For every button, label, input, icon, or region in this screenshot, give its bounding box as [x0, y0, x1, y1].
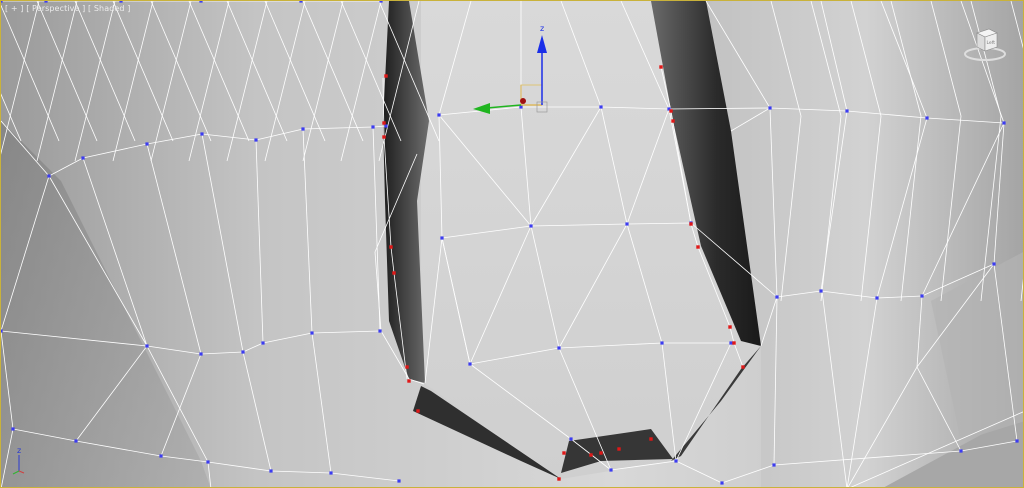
vertex[interactable]: [397, 479, 401, 483]
vertex[interactable]: [371, 125, 375, 129]
selected-vertex[interactable]: [696, 245, 700, 249]
vertex[interactable]: [437, 113, 441, 117]
selected-vertex[interactable]: [669, 109, 673, 113]
vertex[interactable]: [569, 437, 573, 441]
vertex[interactable]: [1, 1, 3, 3]
selected-vertex[interactable]: [589, 453, 593, 457]
selected-vertex[interactable]: [659, 65, 663, 69]
viewport-label: [ + ] [ Perspective ] [ Shaded ]: [5, 4, 130, 13]
selected-vertex[interactable]: [389, 245, 393, 249]
vertex[interactable]: [159, 454, 163, 458]
selected-vertex[interactable]: [649, 437, 653, 441]
vertex[interactable]: [119, 1, 123, 3]
vertex[interactable]: [959, 449, 963, 453]
vertex[interactable]: [200, 132, 204, 136]
vertex[interactable]: [1015, 439, 1019, 443]
vertex[interactable]: [44, 1, 48, 3]
vertex[interactable]: [674, 459, 678, 463]
selected-vertex[interactable]: [689, 222, 693, 226]
vertex[interactable]: [145, 344, 149, 348]
vertex[interactable]: [557, 346, 561, 350]
vertex[interactable]: [199, 352, 203, 356]
gizmo-z-label: z: [540, 24, 544, 33]
vertex[interactable]: [468, 362, 472, 366]
vertex[interactable]: [378, 329, 382, 333]
vertex[interactable]: [1002, 121, 1006, 125]
selected-vertex[interactable]: [557, 477, 561, 481]
selected-vertex[interactable]: [599, 451, 603, 455]
viewport-view-button[interactable]: [ Perspective ]: [26, 4, 85, 13]
vertex[interactable]: [301, 127, 305, 131]
vertex[interactable]: [920, 294, 924, 298]
vertex[interactable]: [269, 469, 273, 473]
vertex[interactable]: [768, 106, 772, 110]
mesh-canvas[interactable]: z z: [1, 1, 1024, 488]
vertex[interactable]: [819, 289, 823, 293]
vertex[interactable]: [875, 296, 879, 300]
vertex[interactable]: [384, 124, 388, 128]
vertex[interactable]: [992, 262, 996, 266]
vertex[interactable]: [925, 116, 929, 120]
selected-vertex[interactable]: [728, 325, 732, 329]
viewcube-icon[interactable]: Left: [963, 23, 1007, 67]
selected-vertex[interactable]: [617, 447, 621, 451]
selected-vertex[interactable]: [384, 74, 388, 78]
vertex[interactable]: [609, 468, 613, 472]
vertex[interactable]: [299, 1, 303, 3]
viewport-menu-button[interactable]: [ + ]: [5, 4, 24, 13]
vertex[interactable]: [599, 105, 603, 109]
selected-vertex[interactable]: [562, 451, 566, 455]
vertex[interactable]: [625, 222, 629, 226]
vertex[interactable]: [529, 224, 533, 228]
vertex[interactable]: [81, 156, 85, 160]
vertex[interactable]: [261, 341, 265, 345]
vertex[interactable]: [775, 295, 779, 299]
viewcube-face-label: Left: [987, 40, 996, 46]
vertex[interactable]: [329, 471, 333, 475]
vertex[interactable]: [199, 1, 203, 3]
viewport-shading-button[interactable]: [ Shaded ]: [88, 4, 130, 13]
selected-vertex[interactable]: [407, 379, 411, 383]
vertex[interactable]: [310, 331, 314, 335]
selected-vertex[interactable]: [732, 341, 736, 345]
vertex[interactable]: [720, 481, 724, 485]
gizmo-pivot[interactable]: [520, 98, 526, 104]
vertex[interactable]: [519, 105, 523, 109]
vertex[interactable]: [254, 138, 258, 142]
vertex[interactable]: [729, 341, 733, 345]
selected-vertex[interactable]: [382, 121, 386, 125]
vertex[interactable]: [379, 1, 383, 3]
selected-vertex[interactable]: [741, 365, 745, 369]
vertex[interactable]: [440, 236, 444, 240]
selected-vertex[interactable]: [405, 365, 409, 369]
selected-vertex[interactable]: [392, 271, 396, 275]
vertex[interactable]: [206, 460, 210, 464]
vertex[interactable]: [11, 427, 15, 431]
vertex[interactable]: [660, 341, 664, 345]
selected-vertex[interactable]: [416, 409, 420, 413]
world-axis-z-label: z: [17, 446, 21, 455]
perspective-viewport[interactable]: z z [ + ] [ Perspective ] [ Shaded ] Lef…: [0, 0, 1024, 488]
selected-vertex[interactable]: [671, 119, 675, 123]
selected-vertex[interactable]: [382, 135, 386, 139]
vertex[interactable]: [47, 174, 51, 178]
vertex[interactable]: [145, 142, 149, 146]
vertex[interactable]: [74, 439, 78, 443]
vertex[interactable]: [845, 109, 849, 113]
vertex[interactable]: [772, 463, 776, 467]
vertex[interactable]: [241, 350, 245, 354]
vertex[interactable]: [1, 329, 3, 333]
